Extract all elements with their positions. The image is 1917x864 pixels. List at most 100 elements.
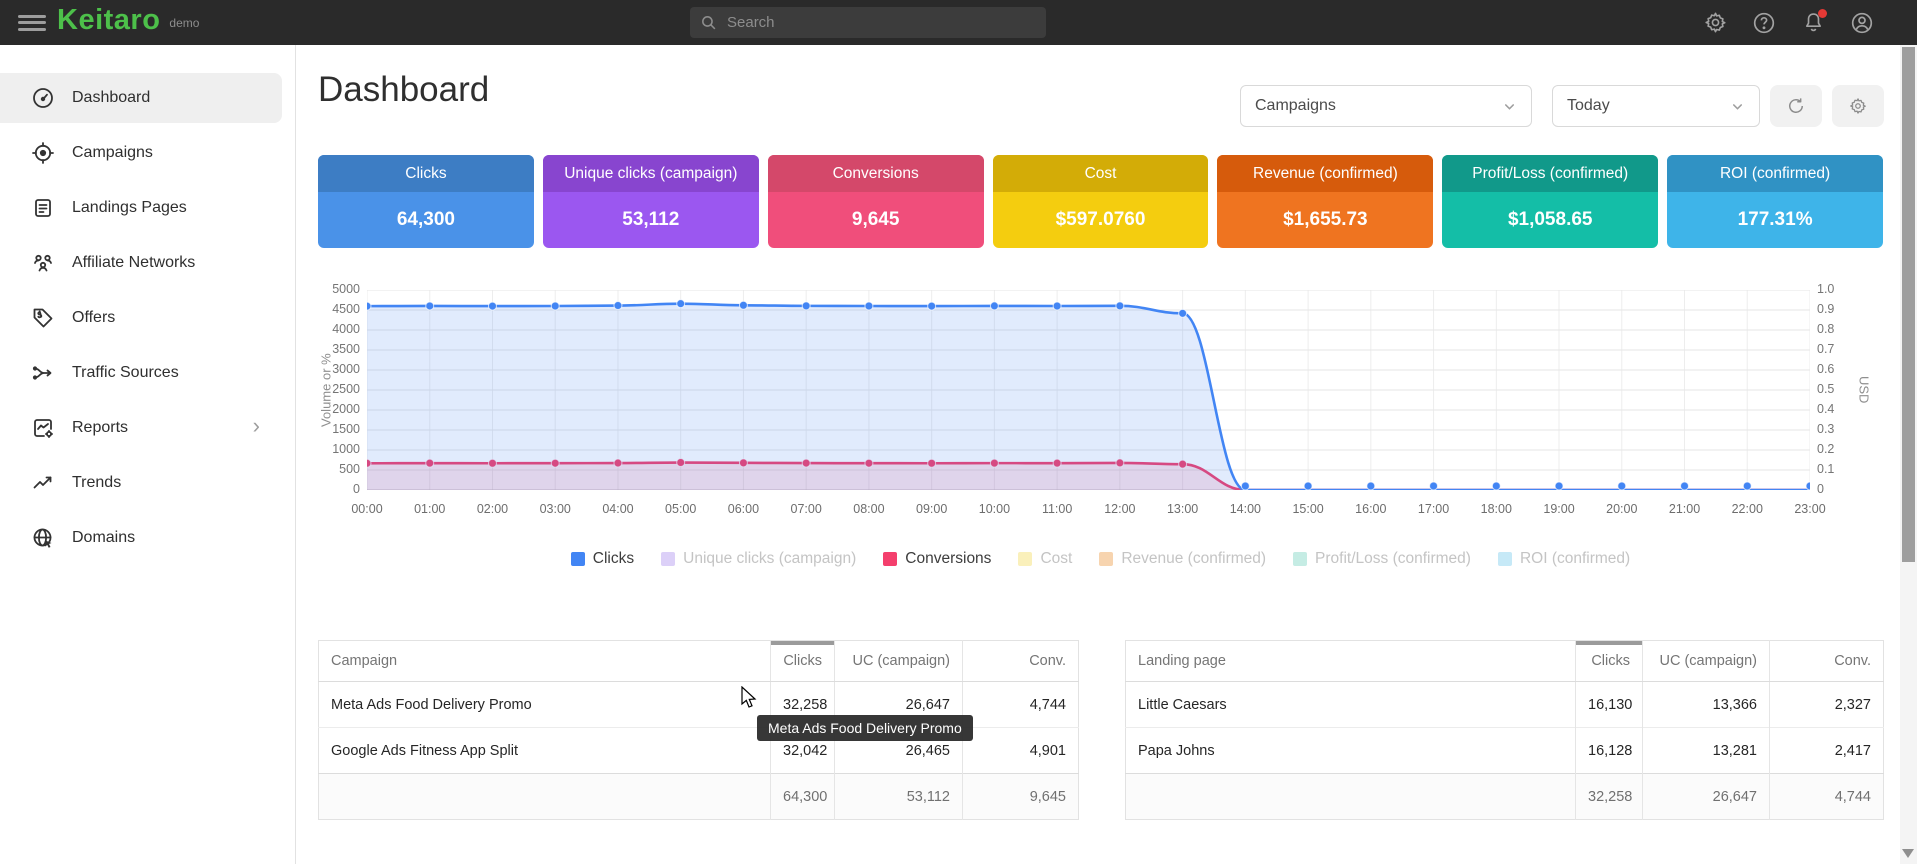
legend-item-revenue-confirmed-[interactable]: Revenue (confirmed)	[1099, 550, 1266, 568]
column-header-clicks[interactable]: Clicks	[1576, 641, 1643, 682]
row-value-cell: 2,417	[1770, 728, 1884, 774]
scroll-down-arrow-icon[interactable]	[1902, 849, 1914, 858]
column-header-uc-campaign-[interactable]: UC (campaign)	[1643, 641, 1770, 682]
stat-card-title: Unique clicks (campaign)	[543, 155, 759, 192]
stat-card-conversions[interactable]: Conversions9,645	[768, 155, 984, 248]
row-value-cell: 4,901	[963, 728, 1079, 774]
table-row[interactable]: Little Caesars16,13013,3662,327	[1126, 682, 1884, 728]
y-axis-right-tick: 0.1	[1817, 462, 1834, 476]
scrollbar-thumb[interactable]	[1902, 47, 1915, 562]
sidebar-item-label: Dashboard	[72, 89, 150, 107]
dashboard-settings-button[interactable]	[1832, 85, 1884, 127]
column-header-landing-page[interactable]: Landing page	[1126, 641, 1576, 682]
x-axis-tick: 17:00	[1411, 502, 1457, 516]
sidebar-item-domains[interactable]: Domains	[0, 513, 282, 563]
row-hover-tooltip: Meta Ads Food Delivery Promo	[757, 715, 973, 741]
traffic-icon	[31, 361, 55, 385]
legend-item-unique-clicks-campaign-[interactable]: Unique clicks (campaign)	[661, 550, 856, 568]
legend-label: Clicks	[593, 550, 634, 568]
brand-logo[interactable]: Keitaro demo	[57, 4, 199, 37]
column-header-campaign[interactable]: Campaign	[319, 641, 771, 682]
legend-swatch	[1099, 552, 1113, 566]
stat-card-clicks[interactable]: Clicks64,300	[318, 155, 534, 248]
settings-icon[interactable]	[1702, 10, 1728, 36]
stat-card-revenue-confirmed-[interactable]: Revenue (confirmed)$1,655.73	[1217, 155, 1433, 248]
help-icon[interactable]	[1751, 10, 1777, 36]
chart-canvas[interactable]	[367, 290, 1810, 490]
sidebar-item-traffic-sources[interactable]: Traffic Sources	[0, 348, 282, 398]
date-range-select[interactable]: Today	[1552, 85, 1760, 127]
chevron-right-icon: ›	[253, 415, 260, 437]
stat-card-value: 64,300	[318, 192, 534, 248]
x-axis-tick: 06:00	[720, 502, 766, 516]
table-row[interactable]: Papa Johns16,12813,2812,417	[1126, 728, 1884, 774]
column-header-clicks[interactable]: Clicks	[771, 641, 835, 682]
x-axis-tick: 12:00	[1097, 502, 1143, 516]
notification-badge	[1818, 9, 1827, 18]
sidebar-item-dashboard[interactable]: Dashboard	[0, 73, 282, 123]
chart-plot-area[interactable]	[367, 290, 1810, 490]
sidebar-item-affiliate-networks[interactable]: Affiliate Networks	[0, 238, 282, 288]
sidebar-item-offers[interactable]: Offers	[0, 293, 282, 343]
chevron-down-icon	[1730, 99, 1745, 114]
column-header-uc-campaign-[interactable]: UC (campaign)	[835, 641, 963, 682]
mouse-cursor	[738, 686, 760, 710]
row-name-cell: Meta Ads Food Delivery Promo	[319, 682, 771, 728]
menu-toggle-icon[interactable]	[18, 11, 46, 34]
row-value-cell: 13,366	[1643, 682, 1770, 728]
legend-item-conversions[interactable]: Conversions	[883, 550, 991, 568]
sidebar-item-label: Trends	[72, 474, 121, 492]
global-search[interactable]	[690, 7, 1046, 38]
legend-label: Conversions	[905, 550, 991, 568]
table-totals-row: 64,30053,1129,645	[319, 774, 1079, 820]
x-axis-tick: 22:00	[1724, 502, 1770, 516]
x-axis-tick: 19:00	[1536, 502, 1582, 516]
x-axis-tick: 01:00	[407, 502, 453, 516]
refresh-button[interactable]	[1770, 85, 1822, 127]
column-header-conv-[interactable]: Conv.	[963, 641, 1079, 682]
sidebar-item-label: Campaigns	[72, 144, 153, 162]
total-cell: 4,744	[1770, 774, 1884, 820]
sidebar-item-trends[interactable]: Trends	[0, 458, 282, 508]
traffic-chart[interactable]: Volume or % USD 005000.110000.215000.320…	[318, 285, 1883, 530]
gear-icon	[1849, 97, 1867, 115]
user-account-icon[interactable]	[1849, 10, 1875, 36]
x-axis-tick: 23:00	[1787, 502, 1833, 516]
legend-item-cost[interactable]: Cost	[1018, 550, 1072, 568]
y-axis-right-tick: 1.0	[1817, 282, 1834, 296]
stat-card-title: Revenue (confirmed)	[1217, 155, 1433, 192]
row-value-cell: 13,281	[1643, 728, 1770, 774]
keitaro-dashboard-screen: Keitaro demo Dashboard Campaigns Landings …	[0, 0, 1917, 864]
column-header-conv-[interactable]: Conv.	[1770, 641, 1884, 682]
reports-icon	[31, 416, 55, 440]
y-axis-left-tick: 0	[318, 482, 360, 496]
sidebar-item-campaigns[interactable]: Campaigns	[0, 128, 282, 178]
sidebar-item-landings-pages[interactable]: Landings Pages	[0, 183, 282, 233]
y-axis-left-tick: 1500	[318, 422, 360, 436]
y-axis-left-tick: 2500	[318, 382, 360, 396]
notifications-bell-icon[interactable]	[1800, 10, 1826, 36]
legend-item-clicks[interactable]: Clicks	[571, 550, 634, 568]
sidebar-item-label: Reports	[72, 419, 128, 437]
stat-card-title: Cost	[993, 155, 1209, 192]
sidebar-item-reports[interactable]: Reports ›	[0, 403, 282, 453]
legend-item-roi-confirmed-[interactable]: ROI (confirmed)	[1498, 550, 1630, 568]
page-scrollbar[interactable]	[1900, 45, 1917, 864]
brand-name: Keitaro	[57, 4, 160, 37]
landings-icon	[31, 196, 55, 220]
total-cell: 26,647	[1643, 774, 1770, 820]
total-cell	[319, 774, 771, 820]
stat-card-cost[interactable]: Cost$597.0760	[993, 155, 1209, 248]
stat-card-profit-loss-confirmed-[interactable]: Profit/Loss (confirmed)$1,058.65	[1442, 155, 1658, 248]
search-input[interactable]	[727, 14, 1036, 31]
page-title: Dashboard	[318, 70, 489, 110]
legend-item-profit-loss-confirmed-[interactable]: Profit/Loss (confirmed)	[1293, 550, 1471, 568]
y-axis-right-tick: 0.6	[1817, 362, 1834, 376]
grouping-select[interactable]: Campaigns	[1240, 85, 1532, 127]
stat-card-unique-clicks-campaign-[interactable]: Unique clicks (campaign)53,112	[543, 155, 759, 248]
stat-card-roi-confirmed-[interactable]: ROI (confirmed)177.31%	[1667, 155, 1883, 248]
trends-icon	[31, 471, 55, 495]
sidebar-item-label: Landings Pages	[72, 199, 187, 217]
row-value-cell: 16,128	[1576, 728, 1643, 774]
legend-swatch	[571, 552, 585, 566]
